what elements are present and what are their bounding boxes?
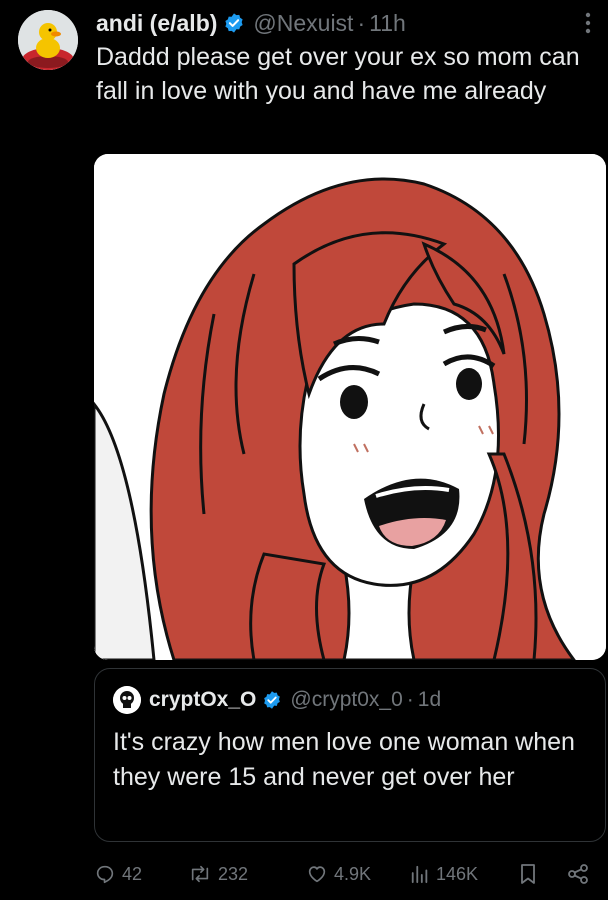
- share-button[interactable]: [566, 862, 590, 886]
- quoted-author-handle[interactable]: @crypt0x_0: [290, 688, 402, 712]
- verified-badge-icon: [223, 12, 245, 34]
- reply-button[interactable]: 42: [94, 863, 142, 885]
- heart-icon: [308, 866, 326, 883]
- bookmark-button[interactable]: [518, 862, 538, 886]
- views-bar-chart-icon: [411, 865, 428, 884]
- separator-dot: ·: [357, 9, 366, 36]
- tweet-text: Daddd please get over your ex so mom can…: [96, 43, 580, 105]
- verified-badge-icon: [262, 690, 282, 710]
- duck-avatar-icon: [18, 10, 78, 70]
- bookmark-icon: [521, 864, 535, 884]
- reply-icon: [96, 865, 114, 884]
- avatar[interactable]: [18, 10, 78, 70]
- separator-dot: ·: [406, 688, 414, 711]
- retweet-count: 232: [218, 863, 249, 884]
- like-count: 4.9K: [334, 863, 372, 884]
- author-handle[interactable]: @Nexuist: [253, 10, 353, 37]
- reply-count: 42: [122, 863, 143, 884]
- skull-avatar-icon: [113, 686, 141, 714]
- tweet-time[interactable]: 11h: [369, 10, 406, 37]
- tweet-actions: 42 232 4.9K 146K: [94, 856, 604, 892]
- tweet-image[interactable]: [94, 154, 606, 660]
- views-count: 146K: [436, 863, 479, 884]
- like-button[interactable]: 4.9K: [306, 863, 371, 885]
- retweet-icon: [191, 865, 209, 883]
- quoted-author-avatar[interactable]: [113, 686, 141, 714]
- quoted-tweet-header: cryptOx_O @crypt0x_0 · 1d: [113, 685, 441, 715]
- author-name[interactable]: andi (e/alb): [96, 10, 217, 37]
- retweet-button[interactable]: 232: [188, 863, 248, 885]
- views-button[interactable]: 146K: [410, 863, 478, 885]
- quoted-tweet[interactable]: cryptOx_O @crypt0x_0 · 1d It's crazy how…: [94, 668, 606, 842]
- share-icon: [568, 864, 588, 884]
- quoted-tweet-time[interactable]: 1d: [418, 688, 441, 712]
- more-vertical-icon[interactable]: [576, 6, 600, 40]
- cartoon-girl-illustration: [94, 154, 606, 660]
- tweet-header: andi (e/alb) @Nexuist · 11h: [96, 6, 568, 40]
- quoted-tweet-text: It's crazy how men love one woman when t…: [113, 728, 575, 791]
- quoted-author-name[interactable]: cryptOx_O: [149, 688, 256, 712]
